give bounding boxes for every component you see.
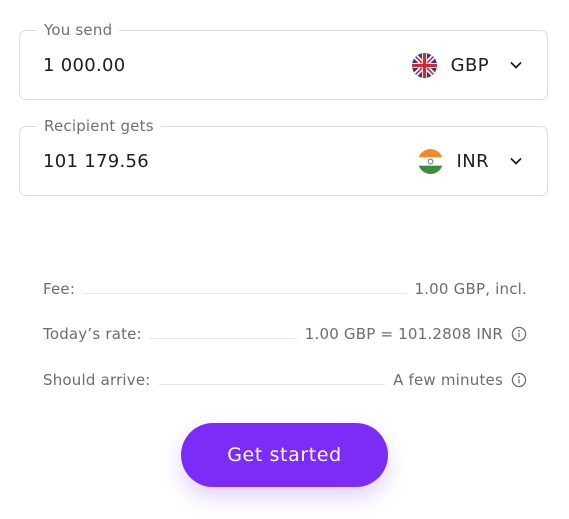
rate-value: 1.00 GBP = 101.2808 INR bbox=[304, 325, 503, 343]
recipient-currency-code: INR bbox=[456, 150, 489, 172]
arrival-value: A few minutes bbox=[393, 371, 503, 389]
india-flag-icon bbox=[417, 148, 443, 174]
get-started-button[interactable]: Get started bbox=[181, 423, 388, 487]
fee-label: Fee: bbox=[43, 280, 76, 298]
rate-row: Today’s rate: 1.00 GBP = 101.2808 INR bbox=[43, 323, 527, 345]
recipient-amount-field[interactable]: Recipient gets 101 179.56 INR bbox=[19, 116, 548, 196]
leader-line bbox=[149, 337, 297, 339]
uk-flag-icon bbox=[411, 52, 437, 78]
send-amount-field[interactable]: You send 1 000.00 GBP bbox=[19, 20, 548, 100]
leader-line bbox=[158, 383, 386, 385]
arrival-label: Should arrive: bbox=[43, 371, 151, 389]
recipient-currency-selector[interactable]: INR bbox=[417, 127, 523, 195]
leader-line bbox=[83, 292, 407, 294]
send-currency-code: GBP bbox=[450, 54, 489, 76]
send-currency-selector[interactable]: GBP bbox=[411, 31, 523, 99]
rate-label: Today’s rate: bbox=[43, 325, 142, 343]
fee-value: 1.00 GBP, incl. bbox=[414, 280, 527, 298]
info-icon[interactable] bbox=[511, 372, 527, 388]
recipient-amount-input[interactable]: 101 179.56 bbox=[43, 127, 149, 195]
fee-row: Fee: 1.00 GBP, incl. bbox=[43, 278, 527, 300]
arrival-row: Should arrive: A few minutes bbox=[43, 369, 527, 391]
chevron-down-icon bbox=[510, 62, 522, 69]
chevron-down-icon bbox=[510, 158, 522, 165]
info-icon[interactable] bbox=[511, 326, 527, 342]
send-amount-input[interactable]: 1 000.00 bbox=[43, 31, 126, 99]
